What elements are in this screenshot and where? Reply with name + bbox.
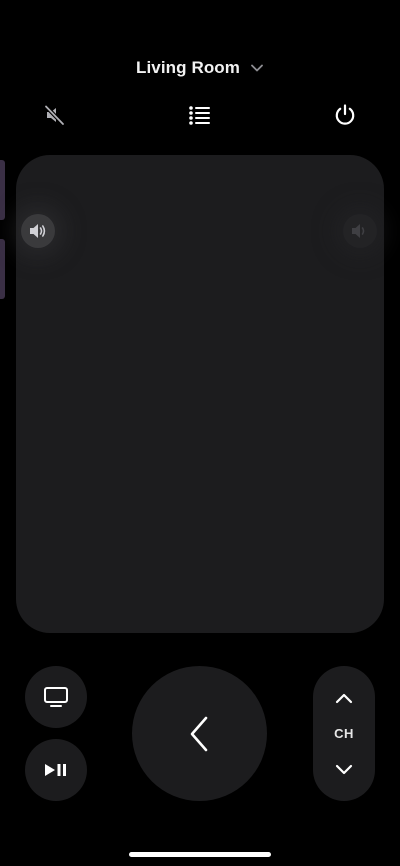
chevron-up-icon <box>335 693 353 704</box>
power-icon <box>335 104 355 125</box>
home-indicator[interactable] <box>129 852 271 857</box>
speaker-mute-icon <box>44 104 65 126</box>
channel-control: CH <box>313 666 375 801</box>
play-pause-icon <box>45 764 66 776</box>
speaker-volume-icon <box>352 224 365 238</box>
side-edge-tab <box>0 160 5 220</box>
channel-label: CH <box>334 726 354 741</box>
chevron-down-icon <box>251 64 263 72</box>
tv-button[interactable] <box>25 666 87 728</box>
play-pause-button[interactable] <box>25 739 87 801</box>
volume-down-indicator[interactable] <box>21 214 55 248</box>
guide-list-button[interactable] <box>183 98 217 132</box>
list-icon <box>189 106 210 125</box>
channel-down-button[interactable] <box>313 750 375 790</box>
power-button[interactable] <box>328 98 362 132</box>
device-name: Living Room <box>135 58 241 77</box>
tv-icon <box>44 687 68 707</box>
chevron-down-icon <box>335 764 353 775</box>
side-edge-tab <box>0 239 5 299</box>
mute-button[interactable] <box>38 98 72 132</box>
volume-up-indicator[interactable] <box>343 214 377 248</box>
back-button[interactable] <box>132 666 267 801</box>
speaker-volume-icon <box>30 224 46 238</box>
chevron-left-icon <box>190 716 207 751</box>
device-picker[interactable]: Living Room <box>0 54 400 82</box>
channel-up-button[interactable] <box>313 678 375 718</box>
touchpad[interactable] <box>16 155 384 633</box>
